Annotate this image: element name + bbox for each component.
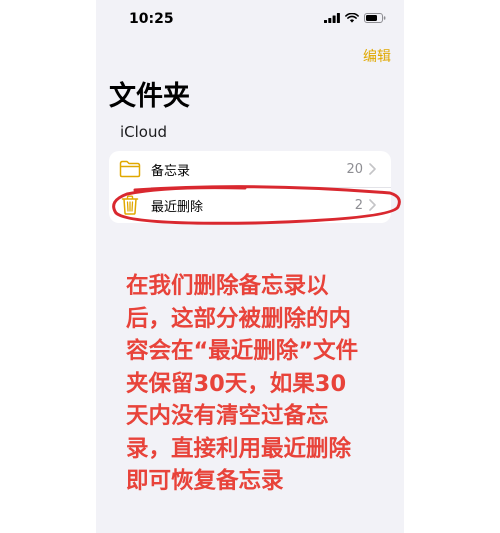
annotation-line: 后，这部分被删除的内 (126, 305, 352, 332)
annotation-line: 天内没有清空过备忘 (126, 403, 329, 429)
folder-row-recently-deleted[interactable]: 最近删除 2 (109, 187, 391, 223)
annotation-line: 夹保留30天，如果30 (126, 370, 347, 397)
folder-count: 2 (354, 197, 363, 213)
folder-row-notes[interactable]: 备忘录 20 (109, 151, 391, 187)
page-title: 文件夹 (109, 81, 190, 112)
folder-icon (119, 158, 141, 180)
folder-list: 备忘录 20 最近删除 2 (109, 151, 391, 223)
chevron-right-icon (369, 198, 379, 212)
folder-count: 20 (346, 161, 363, 177)
annotation-line: 录，直接利用最近删除 (126, 435, 352, 462)
wifi-icon (345, 13, 359, 23)
folder-label: 最近删除 (151, 199, 204, 215)
annotation-line: 即可恢复备忘录 (126, 468, 284, 494)
edit-button[interactable]: 编辑 (363, 46, 391, 66)
annotation-line: 在我们删除备忘录以 (126, 273, 329, 299)
status-time: 10:25 (129, 11, 174, 27)
annotation-text: 在我们删除备忘录以 后，这部分被删除的内 容会在“最近删除”文件 夹保留30天，… (126, 270, 396, 498)
section-title-icloud: iCloud (120, 123, 168, 141)
chevron-right-icon (369, 162, 379, 176)
folder-label: 备忘录 (151, 163, 191, 179)
trash-icon (119, 194, 141, 216)
signal-icon (324, 13, 340, 23)
battery-icon (364, 13, 386, 23)
annotation-line: 容会在“最近删除”文件 (126, 338, 359, 364)
status-icons (324, 13, 386, 23)
